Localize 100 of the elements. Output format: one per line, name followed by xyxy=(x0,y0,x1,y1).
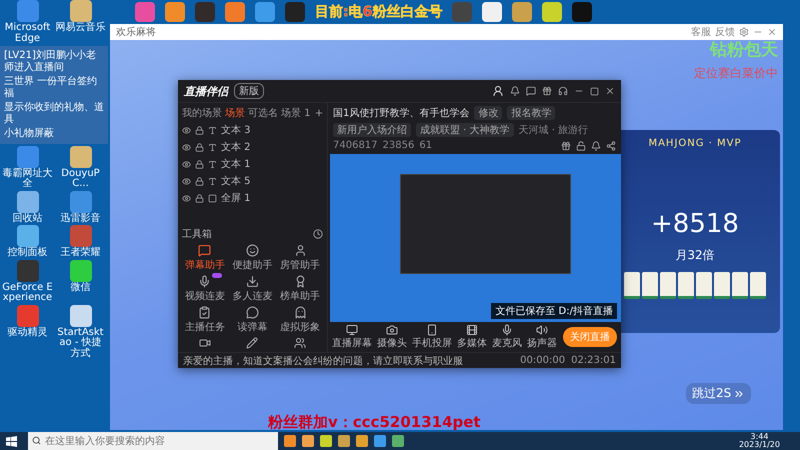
app-icon[interactable] xyxy=(572,2,592,22)
toolbar-icon[interactable] xyxy=(526,86,536,96)
guild-button[interactable]: 成就联盟 · 大神教学 xyxy=(416,123,514,137)
toolbar-icon[interactable] xyxy=(591,140,601,150)
app-icon[interactable] xyxy=(285,2,305,22)
avatar-icon[interactable] xyxy=(492,85,504,97)
scene-tab[interactable]: 场景 1 xyxy=(281,106,311,120)
search-field[interactable]: 在这里输入你要搜索的内容 xyxy=(28,432,278,450)
tool-icon xyxy=(246,275,259,288)
settings-icon[interactable] xyxy=(739,27,749,37)
chat-message: 小礼物屏蔽 xyxy=(4,128,55,140)
icon-label: Microsoft Edge xyxy=(4,23,52,44)
layer-name[interactable]: 全屏 1 xyxy=(221,191,251,205)
tool-icon xyxy=(198,244,212,257)
tool-icon[interactable] xyxy=(246,337,258,349)
app-icon[interactable] xyxy=(542,2,562,22)
app-icon[interactable] xyxy=(225,2,245,22)
promo-text: 定位赛白菜价中 xyxy=(694,65,778,82)
tool-button[interactable]: 虚拟形象 xyxy=(277,306,323,334)
app-icon[interactable] xyxy=(16,225,38,247)
source-button[interactable]: 手机投屏 xyxy=(412,324,452,350)
toolbar-icon[interactable] xyxy=(561,140,571,150)
app-icon[interactable] xyxy=(70,304,92,326)
app-icon[interactable] xyxy=(16,190,38,212)
version-badge[interactable]: 新版 xyxy=(234,83,264,99)
title-action[interactable]: 客服 xyxy=(691,25,711,39)
mahjong-tile xyxy=(642,272,658,299)
layer-name[interactable]: 文本 2 xyxy=(221,140,251,154)
toolbar-icon[interactable] xyxy=(558,86,568,96)
tool-button[interactable]: 房管助手 xyxy=(277,244,323,272)
source-button[interactable]: 麦克风 xyxy=(492,324,522,350)
tool-button[interactable]: 榜单助手 xyxy=(277,275,323,303)
app-icon[interactable] xyxy=(482,2,502,22)
layer-name[interactable]: 文本 1 xyxy=(221,157,251,171)
lock-icon[interactable] xyxy=(195,126,204,134)
tool-icon[interactable] xyxy=(198,337,211,349)
frame-icon xyxy=(208,194,217,202)
scene-tab[interactable]: 我的场景 xyxy=(182,106,222,120)
tool-button[interactable]: 多人连麦 xyxy=(230,275,276,303)
title-action[interactable]: 反馈 xyxy=(715,25,735,39)
text-icon xyxy=(208,126,217,134)
fan-group-text: 粉丝群加v：ccc5201314pet xyxy=(268,413,481,432)
add-icon[interactable] xyxy=(314,108,324,118)
app-icon[interactable] xyxy=(70,0,92,22)
toolbar-icon[interactable] xyxy=(542,86,552,96)
tag-button[interactable]: 新用户入场介绍 xyxy=(333,123,411,137)
tool-icon xyxy=(198,275,212,288)
app-icon[interactable] xyxy=(512,2,532,22)
tool-button[interactable]: 主播任务 xyxy=(182,306,228,334)
eye-icon[interactable] xyxy=(182,176,191,186)
text-icon xyxy=(208,160,217,168)
lock-icon[interactable] xyxy=(195,176,204,186)
app-icon[interactable] xyxy=(165,2,185,22)
edit-button[interactable]: 修改 xyxy=(474,106,502,120)
mahjong-tile xyxy=(696,272,712,299)
tool-button[interactable]: 弹幕助手 xyxy=(182,244,228,272)
scene-tab[interactable]: 场景 xyxy=(225,106,245,120)
layer-name[interactable]: 文本 5 xyxy=(221,174,251,188)
lock-icon[interactable] xyxy=(195,160,204,168)
tool-icon[interactable] xyxy=(294,337,306,349)
skip-button[interactable]: 跳过2S xyxy=(686,383,752,404)
source-button[interactable]: 扬声器 xyxy=(527,324,557,350)
toolbar-icon[interactable] xyxy=(510,86,520,96)
source-button[interactable]: 摄像头 xyxy=(377,324,407,350)
icon-label: 回收站 xyxy=(12,214,42,224)
layer-name[interactable]: 文本 3 xyxy=(221,123,251,137)
taskbar-app-icon[interactable] xyxy=(356,435,368,447)
source-icon xyxy=(536,324,548,336)
toolbar-icon[interactable] xyxy=(576,140,586,150)
maximize-icon[interactable] xyxy=(590,86,599,96)
multiplier-text: 月32倍 xyxy=(675,247,715,264)
eye-icon[interactable] xyxy=(182,126,191,134)
toolbar-icon[interactable] xyxy=(606,140,616,150)
taskbar-app-icon[interactable] xyxy=(320,435,332,447)
eye-icon[interactable] xyxy=(182,142,191,152)
tool-button[interactable]: 便捷助手 xyxy=(230,244,276,272)
status-notice: 亲爱的主播，知道文案播公会纠纷的问题，请立即联系与职业服 xyxy=(183,354,464,368)
chat-message: 显示你收到的礼物、道具 xyxy=(4,102,104,125)
source-button[interactable]: 多媒体 xyxy=(457,324,487,350)
close-icon[interactable] xyxy=(767,27,777,37)
text-icon xyxy=(208,142,217,152)
tag-button[interactable]: 报名教学 xyxy=(507,106,556,120)
source-button[interactable]: 直播屏幕 xyxy=(332,324,372,350)
tool-button[interactable]: 读弹幕 xyxy=(230,306,276,334)
lock-icon[interactable] xyxy=(195,142,204,152)
mahjong-tile xyxy=(714,272,730,299)
app-icon[interactable] xyxy=(70,146,92,168)
taskbar-app-icon[interactable] xyxy=(302,435,314,447)
source-icon xyxy=(466,324,478,336)
icon-label: 毒霸网址大全 xyxy=(2,168,53,190)
eye-icon[interactable] xyxy=(182,194,191,202)
close-icon[interactable] xyxy=(605,86,615,96)
app-icon[interactable] xyxy=(70,260,92,282)
scene-tab[interactable]: 可选名 xyxy=(248,106,278,120)
taskbar-app-icon[interactable] xyxy=(284,435,296,447)
eye-icon[interactable] xyxy=(182,160,191,168)
search-icon xyxy=(32,436,41,445)
lock-icon[interactable] xyxy=(195,194,204,202)
tool-button[interactable]: 视频连麦 xyxy=(182,275,228,303)
clock-time: 3:44 xyxy=(750,433,768,441)
